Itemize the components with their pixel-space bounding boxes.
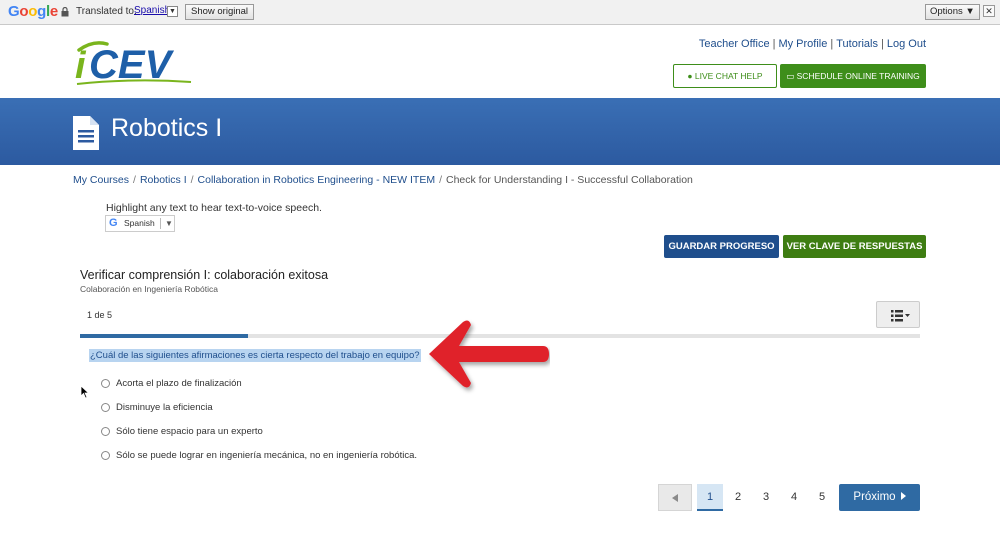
previous-page-button[interactable] <box>658 484 692 511</box>
page-2-button[interactable]: 2 <box>725 484 751 511</box>
google-logo: Google <box>8 3 58 20</box>
selector-divider <box>160 218 161 229</box>
page-4-button[interactable]: 4 <box>781 484 807 511</box>
page-1-button[interactable]: 1 <box>697 484 723 511</box>
page-5-button[interactable]: 5 <box>809 484 835 511</box>
live-chat-label: LIVE CHAT HELP <box>694 71 763 81</box>
answer-option[interactable]: Disminuye la eficiencia <box>101 402 441 416</box>
svg-text:i: i <box>75 45 87 87</box>
language-selector-value: Spanish <box>124 218 155 228</box>
schedule-training-button[interactable]: ▭ SCHEDULE ONLINE TRAINING <box>780 64 926 88</box>
document-icon <box>73 116 99 150</box>
answer-option[interactable]: Acorta el plazo de finalización <box>101 378 441 392</box>
next-page-button[interactable]: Próximo <box>839 484 920 511</box>
answer-label: Sólo tiene espacio para un experto <box>116 426 263 437</box>
answer-option[interactable]: Sólo se puede lograr en ingeniería mecán… <box>101 450 441 464</box>
chevron-right-icon <box>900 492 906 500</box>
mouse-cursor-icon <box>80 385 90 399</box>
radio-button[interactable] <box>101 451 110 460</box>
google-g-icon: G <box>109 217 118 229</box>
show-original-button[interactable]: Show original <box>185 4 255 20</box>
answer-label: Disminuye la eficiencia <box>116 402 213 413</box>
close-icon[interactable]: ✕ <box>983 5 995 17</box>
save-progress-button[interactable]: GUARDAR PROGRESO <box>664 235 779 258</box>
schedule-label: SCHEDULE ONLINE TRAINING <box>796 71 920 81</box>
list-icon <box>891 310 910 322</box>
language-dropdown-button[interactable]: ▼ <box>167 6 178 17</box>
radio-button[interactable] <box>101 427 110 436</box>
language-selector[interactable]: G Spanish ▼ <box>105 215 175 232</box>
breadcrumb-collaboration[interactable]: Collaboration in Robotics Engineering - … <box>198 174 436 186</box>
breadcrumb: My Courses / Robotics I / Collaboration in R… <box>73 174 693 186</box>
options-button[interactable]: Options ▼ <box>925 4 980 20</box>
chevron-left-icon <box>672 494 678 502</box>
laptop-icon: ▭ <box>786 71 795 81</box>
question-list-button[interactable] <box>876 301 920 328</box>
question-counter: 1 de 5 <box>87 310 113 320</box>
chevron-down-icon: ▼ <box>165 219 173 228</box>
my-profile-link[interactable]: My Profile <box>778 38 827 50</box>
language-link[interactable]: Spanish <box>134 5 170 16</box>
chat-icon: ● <box>687 71 693 81</box>
course-title: Robotics I <box>111 114 223 142</box>
red-arrow-annotation <box>429 320 549 388</box>
translated-to-label: Translated to: <box>76 6 137 17</box>
radio-button[interactable] <box>101 379 110 388</box>
answer-option[interactable]: Sólo tiene espacio para un experto <box>101 426 441 440</box>
answer-label: Sólo se puede lograr en ingeniería mecán… <box>116 450 418 461</box>
top-links: Teacher Office | My Profile | Tutorials | Log … <box>698 38 926 50</box>
view-answer-key-button[interactable]: VER CLAVE DE RESPUESTAS <box>783 235 926 258</box>
log-out-link[interactable]: Log Out <box>887 38 926 50</box>
breadcrumb-current: Check for Understanding I - Successful C… <box>446 174 693 186</box>
next-label: Próximo <box>853 491 896 503</box>
quiz-title: Verificar comprensión I: colaboración ex… <box>80 268 329 282</box>
teacher-office-link[interactable]: Teacher Office <box>699 38 770 50</box>
google-translate-bar: Google Translated to: Spanish ▼ Show ori… <box>0 0 1000 25</box>
answer-label: Acorta el plazo de finalización <box>116 378 242 389</box>
progress-fill <box>80 334 248 338</box>
breadcrumb-robotics[interactable]: Robotics I <box>140 174 187 186</box>
quiz-subtitle: Colaboración en Ingeniería Robótica <box>80 284 218 294</box>
breadcrumb-my-courses[interactable]: My Courses <box>73 174 129 186</box>
question-text: ¿Cuál de las siguientes afirmaciones es … <box>89 349 421 362</box>
radio-button[interactable] <box>101 403 110 412</box>
tutorials-link[interactable]: Tutorials <box>836 38 878 50</box>
page-3-button[interactable]: 3 <box>753 484 779 511</box>
text-to-voice-hint: Highlight any text to hear text-to-voice… <box>106 202 322 214</box>
icev-logo[interactable]: i CEV <box>73 38 203 88</box>
lock-icon <box>61 7 69 17</box>
live-chat-button[interactable]: ● LIVE CHAT HELP <box>673 64 777 88</box>
